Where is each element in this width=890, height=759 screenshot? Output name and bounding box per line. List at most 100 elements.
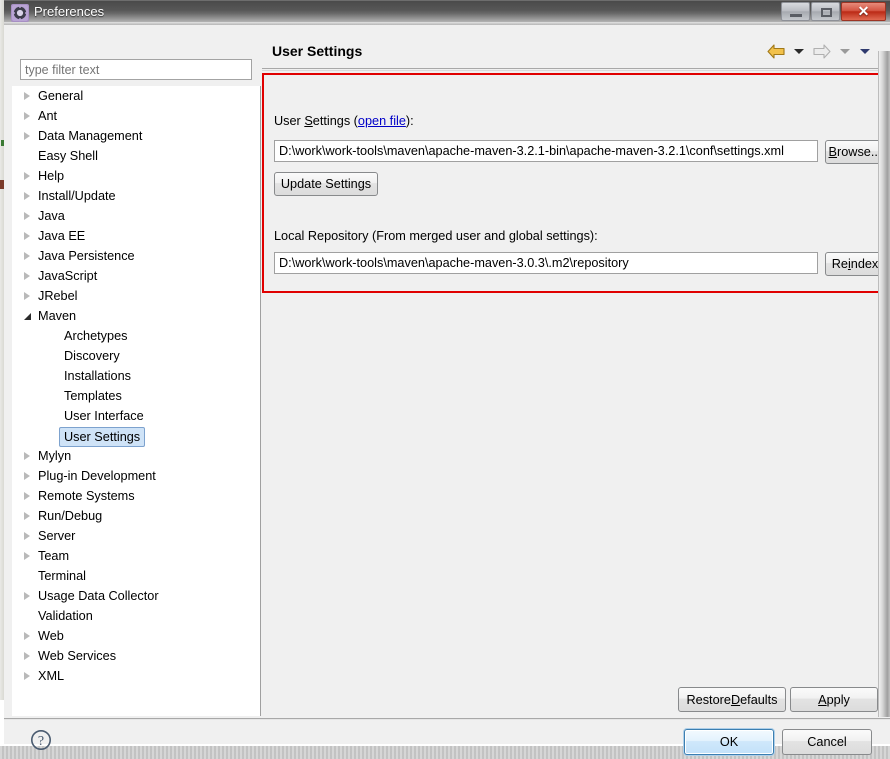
footer-divider-shadow: [4, 719, 890, 720]
chevron-down-icon: [840, 48, 850, 54]
expanded-triangle-icon[interactable]: [24, 313, 31, 320]
reindex-button[interactable]: Re i ndex: [825, 252, 885, 276]
help-question-icon[interactable]: ?: [30, 729, 52, 751]
browse-button[interactable]: Browse...: [825, 140, 885, 164]
tree-item-general[interactable]: General: [12, 86, 260, 106]
tree-item-easy-shell[interactable]: Easy Shell: [12, 146, 260, 166]
tree-item-user-interface[interactable]: User Interface: [12, 406, 260, 426]
tree-item-plug-in-development[interactable]: Plug-in Development: [12, 466, 260, 486]
tree-item-label: JavaScript: [38, 269, 98, 283]
back-history-dropdown[interactable]: [790, 41, 808, 61]
collapsed-triangle-icon[interactable]: [24, 512, 30, 520]
preferences-sidebar: General Ant Data Management Easy Shell Help I…: [12, 31, 261, 716]
maximize-button[interactable]: [811, 2, 840, 21]
tree-item-jrebel[interactable]: JRebel: [12, 286, 260, 306]
tree-item-ant[interactable]: Ant: [12, 106, 260, 126]
restore-icon: [821, 8, 832, 17]
tree-item-label: Ant: [38, 109, 58, 123]
tree-item-mylyn[interactable]: Mylyn: [12, 446, 260, 466]
forward-history-dropdown[interactable]: [836, 41, 854, 61]
tree-item-run-debug[interactable]: Run/Debug: [12, 506, 260, 526]
ok-button[interactable]: OK: [684, 729, 774, 755]
tree-item-maven[interactable]: Maven: [12, 306, 260, 326]
tree-item-label: Mylyn: [38, 449, 72, 463]
tree-item-remote-systems[interactable]: Remote Systems: [12, 486, 260, 506]
tree-item-team[interactable]: Team: [12, 546, 260, 566]
tree-item-terminal[interactable]: Terminal: [12, 566, 260, 586]
tree-item-label: Validation: [38, 609, 93, 623]
tree-item-label: User Settings: [59, 427, 146, 447]
local-repository-path-input[interactable]: [274, 252, 818, 274]
collapsed-triangle-icon[interactable]: [24, 232, 30, 240]
tree-item-user-settings[interactable]: User Settings: [12, 426, 260, 447]
page-title: User Settings: [272, 43, 363, 59]
collapsed-triangle-icon[interactable]: [24, 672, 30, 680]
collapsed-triangle-icon[interactable]: [24, 172, 30, 180]
tree-item-install-update[interactable]: Install/Update: [12, 186, 260, 206]
collapsed-triangle-icon[interactable]: [24, 492, 30, 500]
window-controls: ✕: [780, 2, 886, 21]
collapsed-triangle-icon[interactable]: [24, 272, 30, 280]
tree-item-validation[interactable]: Validation: [12, 606, 260, 626]
collapsed-triangle-icon[interactable]: [24, 212, 30, 220]
gear-icon: [11, 4, 29, 22]
title-divider: [262, 68, 878, 69]
svg-text:?: ?: [38, 734, 44, 749]
apply-button[interactable]: Apply: [790, 687, 878, 712]
minimize-button[interactable]: [781, 2, 810, 21]
collapsed-triangle-icon[interactable]: [24, 632, 30, 640]
collapsed-triangle-icon[interactable]: [24, 192, 30, 200]
collapsed-triangle-icon[interactable]: [24, 652, 30, 660]
cancel-button[interactable]: Cancel: [782, 729, 872, 755]
tree-item-installations[interactable]: Installations: [12, 366, 260, 386]
tree-item-server[interactable]: Server: [12, 526, 260, 546]
collapsed-triangle-icon[interactable]: [24, 252, 30, 260]
tree-item-java-ee[interactable]: Java EE: [12, 226, 260, 246]
tree-item-label: Web: [38, 629, 64, 643]
open-file-link[interactable]: open file: [358, 114, 406, 128]
tree-item-label: User Interface: [64, 409, 144, 423]
tree-item-label: Help: [38, 169, 65, 183]
dialog-body: General Ant Data Management Easy Shell Help I…: [4, 25, 890, 755]
tree-item-java[interactable]: Java: [12, 206, 260, 226]
tree-item-javascript[interactable]: JavaScript: [12, 266, 260, 286]
tree-item-data-management[interactable]: Data Management: [12, 126, 260, 146]
restore-defaults-button[interactable]: Restore Defaults: [678, 687, 786, 712]
forward-button[interactable]: [810, 41, 834, 61]
tree-item-web-services[interactable]: Web Services: [12, 646, 260, 666]
tree-item-usage-data-collector[interactable]: Usage Data Collector: [12, 586, 260, 606]
tree-item-xml[interactable]: XML: [12, 666, 260, 686]
collapsed-triangle-icon[interactable]: [24, 112, 30, 120]
tree-item-label: Team: [38, 549, 70, 563]
collapsed-triangle-icon[interactable]: [24, 472, 30, 480]
back-button[interactable]: [764, 41, 788, 61]
collapsed-triangle-icon[interactable]: [24, 452, 30, 460]
chevron-down-icon: [860, 48, 870, 54]
tree-item-label: Web Services: [38, 649, 117, 663]
tree-item-label: Maven: [38, 309, 77, 323]
tree-item-help[interactable]: Help: [12, 166, 260, 186]
close-icon: ✕: [857, 3, 870, 19]
collapsed-triangle-icon[interactable]: [24, 592, 30, 600]
tree-item-discovery[interactable]: Discovery: [12, 346, 260, 366]
window-title: Preferences: [34, 4, 105, 19]
filter-input[interactable]: [20, 59, 252, 80]
update-settings-button[interactable]: Update Settings: [274, 172, 378, 196]
page-navigation-bar: [764, 41, 874, 61]
preferences-tree[interactable]: General Ant Data Management Easy Shell Help I…: [12, 86, 261, 716]
collapsed-triangle-icon[interactable]: [24, 132, 30, 140]
collapsed-triangle-icon[interactable]: [24, 292, 30, 300]
tree-item-java-persistence[interactable]: Java Persistence: [12, 246, 260, 266]
tree-item-label: Java Persistence: [38, 249, 135, 263]
dialog-right-edge-scrollbar[interactable]: [878, 51, 890, 717]
tree-item-archetypes[interactable]: Archetypes: [12, 326, 260, 346]
user-settings-path-input[interactable]: [274, 140, 818, 162]
tree-item-web[interactable]: Web: [12, 626, 260, 646]
collapsed-triangle-icon[interactable]: [24, 532, 30, 540]
page-menu-button[interactable]: [856, 41, 874, 61]
minimize-icon: [790, 14, 802, 17]
close-button[interactable]: ✕: [841, 2, 886, 21]
tree-item-templates[interactable]: Templates: [12, 386, 260, 406]
collapsed-triangle-icon[interactable]: [24, 92, 30, 100]
collapsed-triangle-icon[interactable]: [24, 552, 30, 560]
